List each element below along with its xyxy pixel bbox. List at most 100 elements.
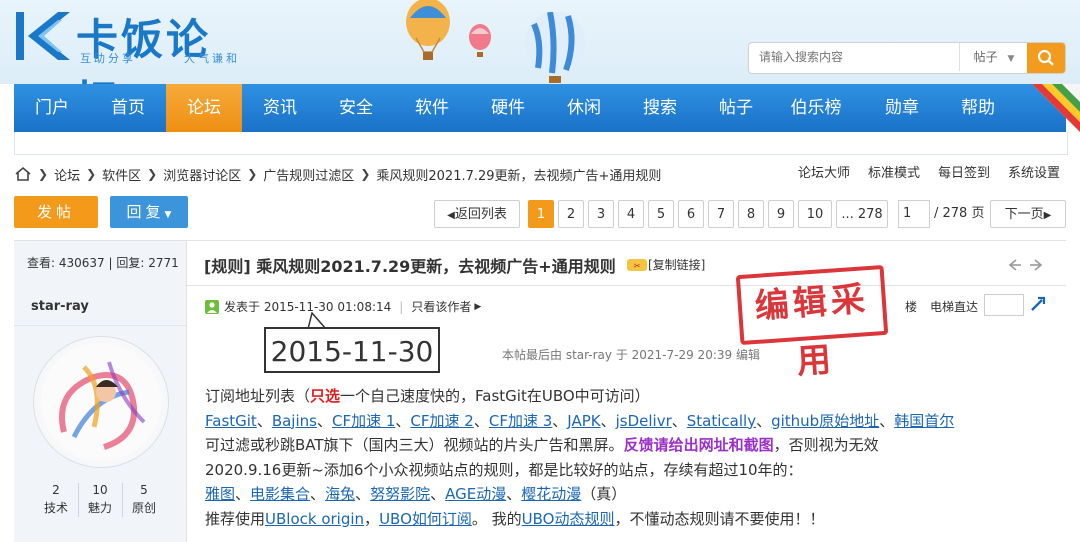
ublock-link[interactable]: UBlock origin [265,510,364,528]
breadcrumb-separator: ❯ [147,167,158,181]
ubo-dynamic-rules-link[interactable]: UBO动态规则 [522,510,615,528]
page-number-input[interactable]: 1 [898,200,930,228]
subscription-link[interactable]: 韩国首尔 [894,412,954,430]
nav-item-forum[interactable]: 论坛 [166,84,242,132]
search-input[interactable] [749,43,974,71]
content-line: 推荐使用UBlock origin，UBO如何订阅。 我的UBO动态规则，不懂动… [205,507,1065,532]
breadcrumb-item-browser[interactable]: 浏览器讨论区 [163,165,241,184]
subscription-link[interactable]: CF加速 2 [410,412,473,430]
site-link[interactable]: 电影集合 [250,485,310,503]
breadcrumb-item-software[interactable]: 软件区 [102,165,141,184]
stat-original[interactable]: 5 原创 [122,481,166,517]
breadcrumb-item-thread[interactable]: 乘风规则2021.7.29更新，去视频广告+通用规则 [376,165,661,184]
nav-item-security[interactable]: 安全 [318,84,394,132]
subscription-link[interactable]: JAPK [567,412,600,430]
content-text: 一个自己速度快的，FastGit在UBO中可访问） [340,387,650,405]
avatar-artwork-icon [41,344,161,460]
page-button[interactable]: 10 [798,200,832,228]
nav-item-portal[interactable]: 门户 [14,84,90,132]
ubo-subscribe-link[interactable]: UBO如何订阅 [379,510,472,528]
subscription-link[interactable]: CF加速 3 [489,412,552,430]
site-link[interactable]: 雅图 [205,485,235,503]
nav-item-hardware[interactable]: 硬件 [470,84,546,132]
search-type-select[interactable]: 帖子 ▼ [959,43,1028,71]
stat-tech[interactable]: 2 技术 [34,481,78,517]
reply-button[interactable]: 回复▼ [110,196,188,228]
nav-item-news[interactable]: 资讯 [242,84,318,132]
stat-charm[interactable]: 10 魅力 [78,481,122,517]
only-author-link[interactable]: 只看该作者 [411,298,471,315]
copy-link-button[interactable]: ✂ [复制链接] [626,256,705,273]
logo-slogan-left: 互助分享 [80,52,136,65]
new-post-button[interactable]: 发帖 [14,196,98,228]
next-page-button[interactable]: 下一页▶ [990,200,1066,228]
link-forum-master[interactable]: 论坛大师 [798,162,850,181]
chevron-right-icon: ▶ [474,301,482,312]
copy-link-icon: ✂ [627,258,647,271]
content-text: 。 我的 [471,509,522,528]
reply-label: 回复 [126,203,165,221]
home-icon[interactable] [14,166,32,182]
site-logo[interactable]: 卡饭论坛 互助分享 大气谦和 [14,8,244,125]
subscription-link[interactable]: Bajins [272,412,317,430]
divider: | [399,299,404,314]
page-button[interactable]: 7 [708,200,734,228]
subscription-link[interactable]: github原始地址 [771,412,879,430]
post-content: 订阅地址列表（只选一个自己速度快的，FastGit在UBO中可访问） FastG… [205,384,1065,531]
floor-jump-input[interactable] [984,294,1024,316]
page-button[interactable]: 1 [528,200,554,228]
site-link[interactable]: 海兔 [325,485,355,503]
page-total: / 278 页 [934,206,985,221]
subscription-link[interactable]: Statically [687,412,756,430]
sub-nav-bar [14,132,1068,155]
back-to-list-button[interactable]: ◀返回列表 [434,200,520,228]
page-button[interactable]: 4 [618,200,644,228]
author-stats: 2 技术 10 魅力 5 原创 [34,481,166,521]
page-button[interactable]: 8 [738,200,764,228]
nav-item-posts[interactable]: 帖子 [698,84,774,132]
author-sidebar: star-ray 2 技术 10 魅力 5 原创 [14,285,187,542]
page-button[interactable]: 5 [648,200,674,228]
nav-item-software[interactable]: 软件 [394,84,470,132]
content-line: FastGit、Bajins、CF加速 1、CF加速 2、CF加速 3、JAPK… [205,411,955,430]
breadcrumb-item-forum[interactable]: 论坛 [54,165,80,184]
author-name[interactable]: star-ray [31,299,89,314]
site-link[interactable]: 樱花动漫 [521,485,581,503]
link-settings[interactable]: 系统设置 [1008,162,1060,181]
subscription-link[interactable]: jsDelivr [616,412,672,430]
nav-item-home[interactable]: 首页 [90,84,166,132]
nav-item-medals[interactable]: 勋章 [864,84,940,132]
link-standard-mode[interactable]: 标准模式 [868,162,920,181]
highlight-text: 只选 [310,387,341,405]
page-button[interactable]: 9 [768,200,794,228]
jump-go-icon[interactable] [1029,295,1047,313]
breadcrumb-item-adfilter[interactable]: 广告规则过滤区 [263,165,354,184]
subscription-link[interactable]: CF加速 1 [332,412,395,430]
subscription-link[interactable]: FastGit [205,412,257,430]
nav-item-search[interactable]: 搜索 [622,84,698,132]
stat-label: 魅力 [87,501,112,515]
page-button[interactable]: 2 [558,200,584,228]
thread-stats: 查看: 430637 | 回复: 2771 [14,241,187,285]
avatar[interactable] [34,337,168,467]
site-link[interactable]: 努努影院 [370,485,430,503]
search-button[interactable] [1027,43,1065,73]
online-status-icon [205,299,219,314]
balloon-striped-icon [525,12,585,83]
content-text: ，否则视为无效 [773,436,879,454]
next-thread-icon[interactable] [1028,258,1044,272]
page-button[interactable]: 3 [588,200,614,228]
page-button-last[interactable]: ... 278 [836,200,888,228]
last-edit-note: 本帖最后由 star-ray 于 2021-7-29 20:39 编辑 [502,348,760,362]
stat-label: 技术 [43,501,68,515]
site-link[interactable]: AGE动漫 [445,485,506,503]
prev-thread-icon[interactable] [1007,258,1023,272]
page-button[interactable]: 6 [678,200,704,228]
svg-text:✂: ✂ [634,261,641,270]
chevron-down-icon: ▼ [164,210,172,220]
search-icon [1037,49,1054,66]
nav-item-leisure[interactable]: 休闲 [546,84,622,132]
nav-item-help[interactable]: 帮助 [940,84,1016,132]
nav-item-ranking[interactable]: 伯乐榜 [774,84,858,132]
link-daily-checkin[interactable]: 每日签到 [938,162,990,181]
